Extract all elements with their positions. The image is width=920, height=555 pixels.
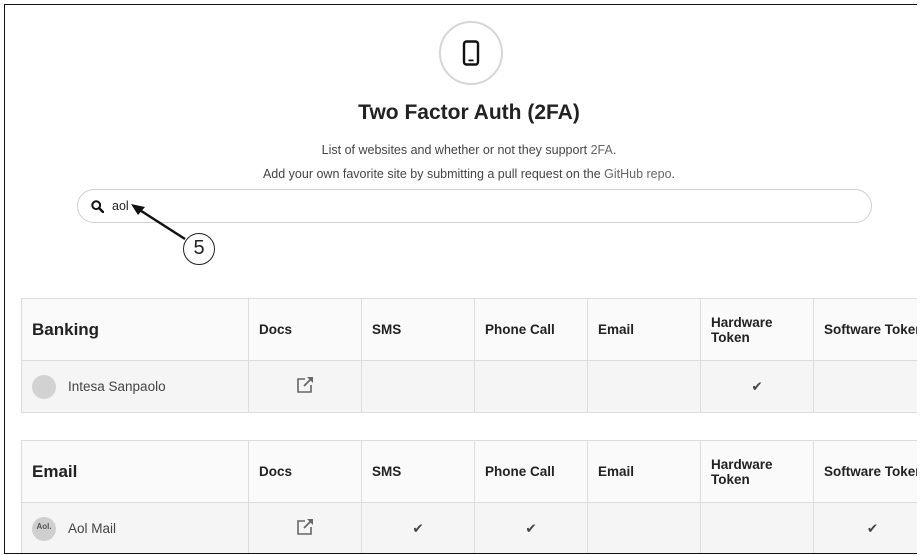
- email-table: Email Docs SMS Phone Call Email Hardware…: [21, 440, 917, 553]
- annotation-number: 5: [183, 233, 215, 265]
- category-heading: Banking: [21, 298, 249, 361]
- external-link-icon[interactable]: [295, 377, 315, 397]
- sms-cell: ✔: [361, 502, 475, 553]
- column-software-token: Software Token: [813, 298, 917, 361]
- phone-call-cell: ✔: [474, 502, 588, 553]
- docs-cell: [248, 502, 362, 553]
- table-row: Intesa Sanpaolo ✔: [21, 360, 917, 413]
- search-icon: [91, 200, 105, 218]
- site-name[interactable]: Intesa Sanpaolo: [68, 379, 166, 394]
- docs-cell: [248, 360, 362, 413]
- column-email: Email: [587, 440, 701, 503]
- site-name[interactable]: Aol Mail: [68, 521, 116, 536]
- column-docs: Docs: [248, 298, 362, 361]
- site-logo: [32, 374, 56, 399]
- column-email: Email: [587, 298, 701, 361]
- mobile-phone-icon: [439, 21, 503, 85]
- page-subtitle: List of websites and whether or not they…: [5, 143, 917, 157]
- column-sms: SMS: [361, 298, 475, 361]
- column-phone-call: Phone Call: [474, 298, 588, 361]
- software-token-cell: [813, 360, 917, 413]
- email-cell: [587, 360, 701, 413]
- column-software-token: Software Token: [813, 440, 917, 503]
- category-heading: Email: [21, 440, 249, 503]
- sms-cell: [361, 360, 475, 413]
- column-docs: Docs: [248, 440, 362, 503]
- email-cell: [587, 502, 701, 553]
- banking-table: Banking Docs SMS Phone Call Email Hardwa…: [21, 298, 917, 413]
- table-row: Aol. Aol Mail ✔ ✔ ✔: [21, 502, 917, 553]
- column-sms: SMS: [361, 440, 475, 503]
- aol-logo-text: Aol.: [36, 521, 52, 531]
- software-token-cell: ✔: [813, 502, 917, 553]
- 2fa-link[interactable]: 2FA: [591, 143, 613, 157]
- site-cell[interactable]: Intesa Sanpaolo: [21, 360, 249, 413]
- site-cell[interactable]: Aol. Aol Mail: [21, 502, 249, 553]
- subtitle-end: .: [612, 143, 617, 157]
- page-title: Two Factor Auth (2FA): [358, 101, 580, 124]
- app-frame: Two Factor Auth (2FA) List of websites a…: [4, 4, 917, 554]
- external-link-icon[interactable]: [295, 519, 315, 539]
- table-header-row: Email Docs SMS Phone Call Email Hardware…: [21, 440, 917, 503]
- phone-call-cell: [474, 360, 588, 413]
- subtitle2-text: Add your own favorite site by submitting…: [262, 167, 605, 181]
- aol-logo-icon: Aol.: [32, 516, 56, 541]
- column-phone-call: Phone Call: [474, 440, 588, 503]
- page-subtitle-contribute: Add your own favorite site by submitting…: [5, 167, 917, 181]
- hardware-token-cell: ✔: [700, 360, 814, 413]
- table-header-row: Banking Docs SMS Phone Call Email Hardwa…: [21, 298, 917, 361]
- subtitle-text: List of websites and whether or not they…: [321, 143, 591, 157]
- github-repo-link[interactable]: GitHub repo: [604, 167, 671, 181]
- hardware-token-cell: [700, 502, 814, 553]
- column-hardware-token: Hardware Token: [700, 298, 814, 361]
- subtitle2-end: .: [671, 167, 676, 181]
- column-hardware-token: Hardware Token: [700, 440, 814, 503]
- search-input[interactable]: aol: [77, 189, 872, 223]
